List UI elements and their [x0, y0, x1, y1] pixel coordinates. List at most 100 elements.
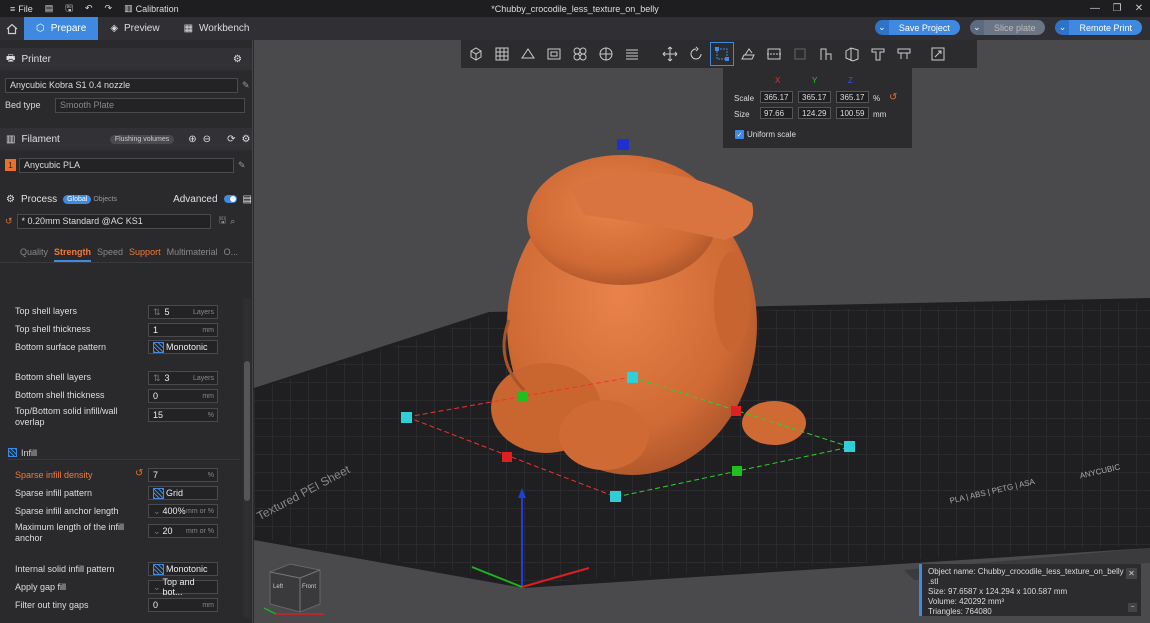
- size-x-input[interactable]: 97.66: [760, 107, 793, 119]
- tab-quality[interactable]: Quality: [20, 247, 48, 262]
- tab-strength[interactable]: Strength: [54, 247, 92, 262]
- minimize-icon[interactable]: —: [1084, 0, 1106, 17]
- internal-solid-select[interactable]: Monotonic: [148, 562, 218, 576]
- cut-icon[interactable]: [763, 43, 785, 65]
- arrange-grid-icon[interactable]: [491, 43, 513, 65]
- tab-speed[interactable]: Speed: [97, 247, 123, 262]
- flushing-volumes-button[interactable]: Flushing volumes: [109, 134, 175, 144]
- printer-section-header: 🖶 Printer ⚙: [0, 48, 252, 70]
- home-icon[interactable]: [0, 17, 24, 40]
- tab-others[interactable]: O...: [224, 247, 239, 262]
- filament-select[interactable]: Anycubic PLA: [19, 157, 234, 173]
- search-icon[interactable]: ⌕: [230, 216, 235, 227]
- close-icon[interactable]: ✕: [1128, 0, 1150, 17]
- support-paint-icon[interactable]: [815, 43, 837, 65]
- undo-icon[interactable]: ↶: [81, 0, 97, 17]
- size-z-input[interactable]: 100.59: [836, 107, 869, 119]
- rotate-icon[interactable]: [685, 43, 707, 65]
- 3d-viewport[interactable]: Textured PEI Sheet PLA | ABS | PETG | AS…: [254, 40, 1150, 623]
- scale-icon[interactable]: [710, 42, 734, 66]
- printer-select[interactable]: Anycubic Kobra S1 0.4 nozzle: [5, 77, 238, 93]
- save-project-button[interactable]: ⌄ Save Project: [874, 20, 960, 35]
- file-menu[interactable]: ≡ File: [6, 0, 37, 17]
- view-cube-left[interactable]: Left: [273, 584, 283, 590]
- close-icon[interactable]: ✕: [1126, 568, 1137, 579]
- tab-prepare[interactable]: ⬡ Prepare: [24, 17, 99, 40]
- redo-icon[interactable]: ↷: [101, 0, 117, 17]
- split-objects-icon[interactable]: [569, 43, 591, 65]
- settings-sidebar: 🖶 Printer ⚙ Anycubic Kobra S1 0.4 nozzle…: [0, 40, 253, 623]
- tab-multimaterial[interactable]: Multimaterial: [167, 247, 218, 262]
- calibration-menu[interactable]: ▥ Calibration: [120, 0, 183, 17]
- uniform-scale-checkbox[interactable]: ✓: [735, 130, 744, 139]
- reset-icon[interactable]: ↺: [135, 468, 143, 479]
- plate-icon[interactable]: [543, 43, 565, 65]
- axis-z-label: Z: [848, 76, 853, 85]
- global-toggle[interactable]: Global: [63, 194, 92, 204]
- settings-icon[interactable]: ⚙: [233, 54, 242, 65]
- chevron-down-icon[interactable]: ⌄: [874, 20, 889, 35]
- chevron-down-icon[interactable]: ⌄: [1055, 20, 1070, 35]
- lay-on-face-icon[interactable]: [737, 43, 759, 65]
- max-anchor-input[interactable]: ⌄ 20 mm or %: [148, 524, 218, 538]
- slice-plate-button[interactable]: ⌄ Slice plate: [969, 20, 1046, 35]
- layout-icon[interactable]: ▤: [41, 0, 58, 17]
- compare-icon[interactable]: ▤: [243, 194, 252, 205]
- remove-filament-icon[interactable]: ⊖: [203, 134, 211, 145]
- edit-icon[interactable]: ✎: [238, 160, 246, 171]
- settings-scrollbar[interactable]: [243, 298, 251, 618]
- chevron-down-icon[interactable]: ⌄: [969, 20, 984, 35]
- bottom-shell-layers-input[interactable]: ⇅ 3 Layers: [148, 371, 218, 385]
- bottom-surface-pattern-select[interactable]: Monotonic: [148, 340, 218, 354]
- sparse-pattern-select[interactable]: Grid: [148, 486, 218, 500]
- seam-paint-icon[interactable]: [841, 43, 863, 65]
- scale-y-input[interactable]: 365.17: [798, 91, 831, 103]
- layers-editing-icon[interactable]: [621, 43, 643, 65]
- remote-print-button[interactable]: ⌄ Remote Print: [1055, 20, 1142, 35]
- minimize-icon[interactable]: −: [1128, 603, 1137, 612]
- bottom-shell-thickness-input[interactable]: 0 mm: [148, 389, 218, 403]
- scale-z-input[interactable]: 365.17: [836, 91, 869, 103]
- restore-icon[interactable]: ❐: [1106, 0, 1128, 17]
- orient-icon[interactable]: [517, 43, 539, 65]
- tab-workbench[interactable]: ▦ Workbench: [172, 17, 262, 40]
- objects-toggle[interactable]: Objects: [93, 196, 117, 203]
- view-cube[interactable]: Left Front: [262, 560, 334, 616]
- top-shell-thickness-input[interactable]: 1 mm: [148, 323, 218, 337]
- advanced-switch[interactable]: [223, 195, 237, 203]
- top-shell-layers-input[interactable]: ⇅ 5 Layers: [148, 305, 218, 319]
- filament-settings-icon[interactable]: ⚙: [241, 134, 250, 145]
- anchor-length-input[interactable]: ⌄ 400% mm or %: [148, 504, 218, 518]
- move-icon[interactable]: [659, 43, 681, 65]
- tab-support[interactable]: Support: [129, 247, 161, 262]
- object-volume: Volume: 420292 mm³: [928, 597, 1005, 606]
- scale-x-input[interactable]: 365.17: [760, 91, 793, 103]
- scene[interactable]: Textured PEI Sheet PLA | ABS | PETG | AS…: [254, 40, 1150, 623]
- process-preset-select[interactable]: * 0.20mm Standard @AC KS1: [16, 213, 211, 229]
- add-object-icon[interactable]: [465, 43, 487, 65]
- filament-slot-badge[interactable]: 1: [5, 159, 16, 171]
- tab-preview[interactable]: ◈ Preview: [98, 17, 171, 40]
- edit-icon[interactable]: ✎: [242, 80, 250, 91]
- mesh-boolean-icon[interactable]: [789, 43, 811, 65]
- add-filament-icon[interactable]: ⊕: [188, 134, 196, 145]
- measure-icon[interactable]: [893, 43, 915, 65]
- size-y-input[interactable]: 124.29: [798, 107, 831, 119]
- text-tool-icon[interactable]: [867, 43, 889, 65]
- reset-scale-icon[interactable]: ↺: [889, 92, 897, 103]
- split-parts-icon[interactable]: [595, 43, 617, 65]
- advanced-label: Advanced: [173, 193, 218, 205]
- sparse-density-input[interactable]: 7%: [148, 468, 218, 482]
- view-cube-front[interactable]: Front: [302, 584, 316, 590]
- scrollbar-thumb[interactable]: [244, 361, 250, 501]
- sync-icon[interactable]: ⟳: [227, 134, 235, 145]
- bed-type-select[interactable]: Smooth Plate: [55, 97, 245, 113]
- save-icon[interactable]: 🖫: [61, 0, 77, 17]
- cube-icon: ⬡: [36, 23, 45, 34]
- gap-fill-select[interactable]: ⌄ Top and bot...: [148, 577, 218, 597]
- save-preset-icon[interactable]: 🖫: [219, 213, 227, 229]
- solid-infill-overlap-input[interactable]: 15%: [148, 408, 218, 422]
- reset-icon[interactable]: ↺: [5, 216, 13, 227]
- filter-gaps-input[interactable]: 0 mm: [148, 598, 218, 612]
- assembly-view-icon[interactable]: [927, 43, 949, 65]
